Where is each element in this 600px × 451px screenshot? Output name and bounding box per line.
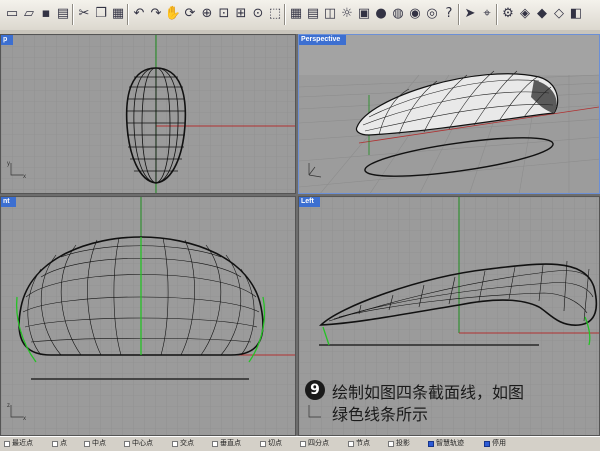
help-icon[interactable]: ? (440, 5, 458, 23)
main-toolbar: ▭ ▱ ▪ ▤ ✂ ❐ ▦ ↶ ↷ ✋ ⟳ ⊕ ⊡ ⊞ ⊙ ⬚ ▦ ▤ ◫ ☼ ▣ ● ◍ ◉ ◎? ➤ ⌖ ⚙ ◈ ◆ ◇ ◧ (0, 0, 600, 31)
osnap-label: 点 (60, 440, 67, 447)
tag-icon[interactable]: ◆ (533, 5, 551, 23)
viewport-front-canvas[interactable]: z x (1, 197, 296, 436)
osnap-label: 四分点 (308, 440, 329, 447)
osnap-checkbox[interactable] (348, 441, 354, 447)
osnap-label: 中点 (92, 440, 106, 447)
zoom-window-icon[interactable]: ⊡ (215, 5, 233, 23)
osnap-checkbox[interactable] (4, 441, 10, 447)
arrow-icon[interactable]: ➤ (461, 5, 479, 23)
undo-icon[interactable]: ↶ (130, 5, 148, 23)
step-number-badge: 9 (305, 380, 325, 400)
viewport-left-title[interactable]: Left (299, 197, 320, 207)
viewport-top-canvas[interactable]: y x (1, 35, 296, 194)
bulb-icon[interactable]: ◇ (550, 5, 568, 23)
open-folder-icon[interactable]: ▱ (20, 5, 38, 23)
svg-text:x: x (23, 174, 26, 180)
osnap-toggle[interactable]: 切点 (260, 437, 282, 451)
cut-icon[interactable]: ✂ (75, 5, 93, 23)
osnap-toggle[interactable]: 中点 (84, 437, 106, 451)
paste-icon[interactable]: ▦ (109, 5, 127, 23)
toolbar-separator (458, 4, 460, 25)
print-icon[interactable]: ▤ (54, 5, 72, 23)
osnap-label: 节点 (356, 440, 370, 447)
options-icon[interactable]: ⚙ (499, 5, 517, 23)
viewport-front[interactable]: z x nt (0, 196, 296, 436)
lock-icon[interactable]: ▣ (355, 5, 373, 23)
viewport-front-title[interactable]: nt (1, 197, 16, 207)
osnap-label: 切点 (268, 440, 282, 447)
shaded-sphere-icon[interactable]: ◍ (389, 5, 407, 23)
zoom-icon[interactable]: ⊕ (198, 5, 216, 23)
caption-line-2: 绿色线条所示 (332, 405, 429, 424)
osnap-checkbox[interactable] (388, 441, 394, 447)
box-icon[interactable]: ◧ (567, 5, 585, 23)
osnap-toggle[interactable]: 智慧轨迹 (428, 437, 464, 451)
snap-icon[interactable]: ⌖ (478, 5, 496, 23)
osnap-label: 投影 (396, 440, 410, 447)
osnap-label: 交点 (180, 440, 194, 447)
caption-line-1: 绘制如图四条截面线，如图 (332, 383, 525, 402)
material-sphere-icon[interactable]: ◉ (406, 5, 424, 23)
light-icon[interactable]: ☼ (338, 5, 356, 23)
layers-icon[interactable]: ▤ (304, 5, 322, 23)
rotate-icon[interactable]: ⟳ (181, 5, 199, 23)
osnap-toggle[interactable]: 垂直点 (212, 437, 241, 451)
viewport-top[interactable]: y x p (0, 34, 296, 194)
osnap-toggle[interactable]: 停用 (484, 437, 506, 451)
viewport-perspective[interactable]: Perspective (298, 34, 600, 194)
osnap-label: 智慧轨迹 (436, 440, 464, 447)
zoom-extents-icon[interactable]: ⊞ (232, 5, 250, 23)
osnap-label: 中心点 (132, 440, 153, 447)
osnap-checkbox[interactable] (84, 441, 90, 447)
palette-icon[interactable]: ◈ (516, 5, 534, 23)
osnap-checkbox[interactable] (300, 441, 306, 447)
osnap-label: 垂直点 (220, 440, 241, 447)
toolbar-separator (127, 4, 129, 25)
viewport-top-title[interactable]: p (1, 35, 14, 45)
grid-icon[interactable]: ▦ (287, 5, 305, 23)
osnap-checkbox[interactable] (212, 441, 218, 447)
select-icon[interactable]: ⬚ (266, 5, 284, 23)
svg-text:y: y (7, 161, 10, 167)
viewport-perspective-canvas[interactable] (299, 35, 600, 194)
toolbar-separator (284, 4, 286, 25)
osnap-checkbox[interactable] (124, 441, 130, 447)
osnap-toggle[interactable]: 节点 (348, 437, 370, 451)
zoom-selected-icon[interactable]: ⊙ (249, 5, 267, 23)
pan-hand-icon[interactable]: ✋ (164, 5, 182, 23)
osnap-toggle[interactable]: 四分点 (300, 437, 329, 451)
osnap-checkbox[interactable] (52, 441, 58, 447)
save-icon[interactable]: ▪ (37, 5, 55, 23)
osnap-label: 最近点 (12, 440, 33, 447)
osnap-checkbox[interactable] (484, 441, 490, 447)
copy-icon[interactable]: ❐ (92, 5, 110, 23)
osnap-toggle[interactable]: 点 (52, 437, 67, 451)
new-file-icon[interactable]: ▭ (3, 5, 21, 23)
osnap-checkbox[interactable] (428, 441, 434, 447)
svg-text:x: x (23, 416, 26, 422)
osnap-toggle[interactable]: 投影 (388, 437, 410, 451)
properties-icon[interactable]: ◫ (321, 5, 339, 23)
viewport-perspective-title[interactable]: Perspective (299, 35, 347, 45)
osnap-toggle[interactable]: 中心点 (124, 437, 153, 451)
redo-icon[interactable]: ↷ (147, 5, 165, 23)
svg-text:z: z (7, 403, 10, 409)
osnap-toggle[interactable]: 交点 (172, 437, 194, 451)
toolbar-separator (496, 4, 498, 25)
wire-sphere-icon[interactable]: ◎ (423, 5, 441, 23)
osnap-checkbox[interactable] (260, 441, 266, 447)
osnap-checkbox[interactable] (172, 441, 178, 447)
toolbar-separator (72, 4, 74, 25)
osnap-label: 停用 (492, 440, 506, 447)
osnap-toggle[interactable]: 最近点 (4, 437, 33, 451)
workspace: y x p Perspective z x nt Left (0, 34, 600, 436)
osnap-statusbar: 最近点 点 中点 中心点 交点 垂直点 切点 四分点 节点 投影 智慧轨迹 停用 (0, 436, 600, 451)
render-sphere-icon[interactable]: ● (372, 5, 390, 23)
